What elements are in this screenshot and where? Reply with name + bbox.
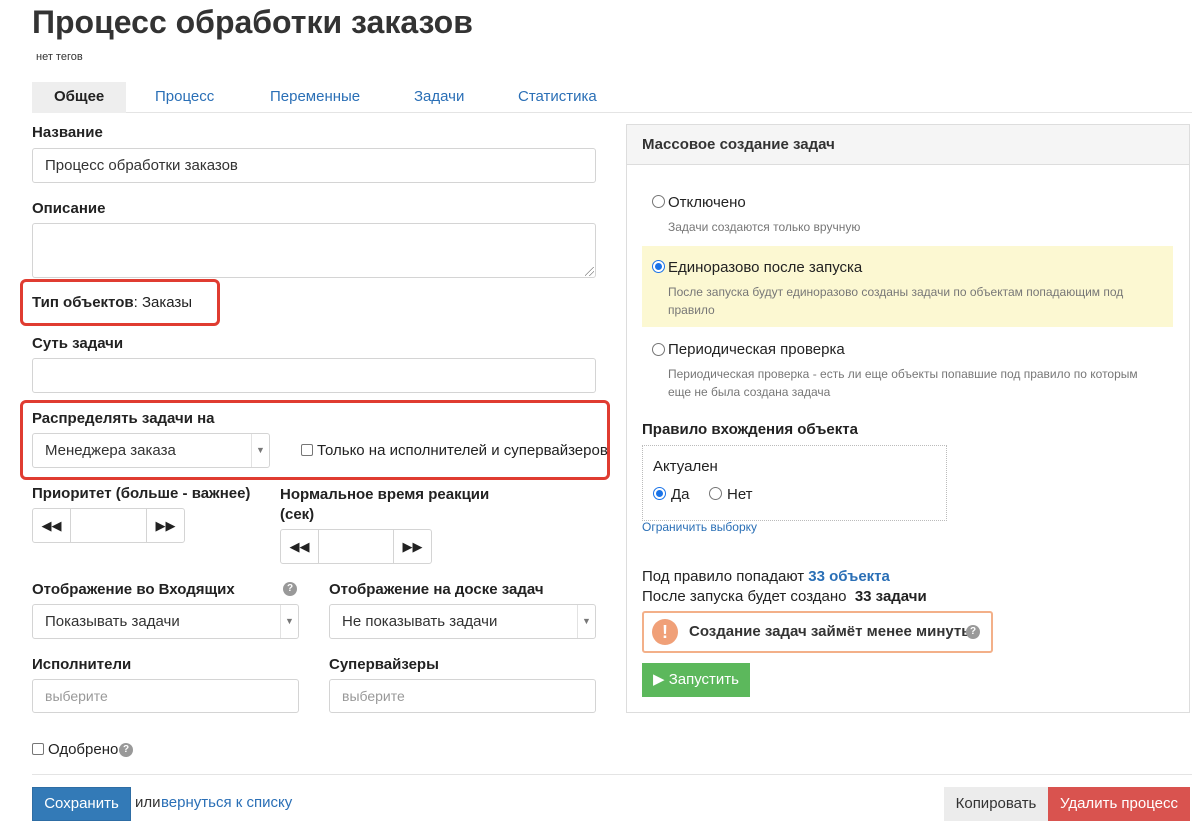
chevron-down-icon: ▼ — [577, 605, 595, 638]
description-textarea[interactable] — [32, 223, 596, 278]
fast-backward-icon[interactable]: ◀◀ — [33, 509, 71, 542]
radio-periodic[interactable] — [652, 343, 665, 356]
inbox-display-label: Отображение во Входящих — [32, 581, 235, 598]
approved-label: Одобрено — [48, 741, 119, 758]
radio-once-hint-line2: правило — [668, 303, 715, 317]
created-tasks-text: После запуска будет создано — [642, 588, 847, 605]
resize-grip-icon[interactable] — [585, 267, 594, 276]
name-input[interactable] — [32, 148, 596, 183]
executors-input[interactable] — [32, 679, 299, 713]
radio-disabled-label: Отключено — [668, 194, 746, 211]
reaction-time-stepper: ◀◀ ▶▶ — [280, 529, 432, 564]
delete-process-button[interactable]: Удалить процесс — [1048, 787, 1190, 821]
fast-forward-icon[interactable]: ▶▶ — [393, 530, 431, 563]
rule-yes-radio[interactable] — [653, 487, 666, 500]
matched-objects-count-link[interactable]: 33 объекта — [808, 568, 890, 585]
limit-selection-link[interactable]: Ограничить выборку — [642, 520, 757, 534]
only-executors-checkbox[interactable] — [301, 444, 313, 456]
warning-text: Создание задач займёт менее минуты — [689, 623, 975, 640]
reaction-time-label-line1: Нормальное время реакции — [280, 486, 490, 503]
radio-periodic-hint-line1: Периодическая проверка - есть ли еще объ… — [668, 367, 1138, 381]
object-type-value: Заказы — [141, 294, 193, 311]
rule-label: Правило вхождения объекта — [642, 421, 858, 438]
matched-objects-text: Под правило попадают — [642, 568, 805, 585]
radio-periodic-hint-line2: еще не была создана задача — [668, 385, 831, 399]
object-type-label: Тип объектов — [32, 294, 134, 311]
only-executors-label: Только на исполнителей и супервайзеров — [317, 442, 608, 459]
priority-stepper: ◀◀ ▶▶ — [32, 508, 185, 543]
tab-variables[interactable]: Переменные — [270, 82, 360, 113]
radio-disabled[interactable] — [652, 195, 665, 208]
page-title: Процесс обработки заказов — [32, 4, 473, 40]
rule-no-radio[interactable] — [709, 487, 722, 500]
task-essence-input[interactable] — [32, 358, 596, 393]
distribute-select[interactable]: Менеджера заказа ▼ — [32, 433, 270, 468]
save-button[interactable]: Сохранить — [32, 787, 131, 821]
radio-disabled-hint: Задачи создаются только вручную — [668, 220, 861, 234]
rule-field-label: Актуален — [653, 458, 718, 475]
distribute-select-value: Менеджера заказа — [45, 442, 176, 459]
question-circle-icon[interactable]: ? — [283, 582, 297, 596]
panel-header: Массовое создание задач — [627, 125, 1189, 165]
inbox-display-select[interactable]: Показывать задачи ▼ — [32, 604, 299, 639]
radio-periodic-label: Периодическая проверка — [668, 341, 845, 358]
footer-divider — [32, 774, 1192, 775]
rule-yes-label: Да — [671, 486, 690, 503]
inbox-display-value: Показывать задачи — [45, 613, 180, 630]
supervisors-label: Супервайзеры — [329, 656, 439, 673]
matched-objects: Под правило попадают 33 объекта — [642, 568, 890, 585]
run-button-label: Запустить — [668, 671, 739, 688]
or-text: или — [135, 794, 161, 811]
distribute-label: Распределять задачи на — [32, 410, 215, 427]
tab-tasks[interactable]: Задачи — [414, 82, 464, 113]
chevron-down-icon: ▼ — [280, 605, 298, 638]
tab-bar: Общее Процесс Переменные Задачи Статисти… — [32, 82, 1192, 113]
copy-button[interactable]: Копировать — [944, 787, 1048, 821]
radio-once-after-start[interactable] — [652, 260, 665, 273]
question-circle-icon[interactable]: ? — [119, 743, 133, 757]
object-type: Тип объектов: Заказы — [32, 294, 192, 311]
tab-process[interactable]: Процесс — [155, 82, 214, 113]
radio-once-label: Единоразово после запуска — [668, 259, 863, 276]
reaction-time-label: Нормальное время реакции (сек) — [280, 485, 489, 525]
approved-checkbox[interactable] — [32, 743, 44, 755]
fast-forward-icon[interactable]: ▶▶ — [146, 509, 184, 542]
rule-box: Актуален Да Нет — [642, 445, 947, 521]
object-type-separator: : — [133, 294, 138, 311]
description-label: Описание — [32, 200, 106, 217]
radio-once-hint-line1: После запуска будут единоразово созданы … — [668, 285, 1124, 299]
play-icon: ▶ — [652, 671, 665, 688]
rule-no-label: Нет — [727, 486, 753, 503]
chevron-down-icon: ▼ — [251, 434, 269, 467]
run-button[interactable]: ▶ Запустить — [642, 663, 750, 697]
exclamation-circle-icon: ! — [652, 619, 678, 645]
fast-backward-icon[interactable]: ◀◀ — [281, 530, 319, 563]
tags-label: нет тегов — [36, 51, 83, 63]
created-tasks-count: 33 задачи — [854, 588, 927, 605]
question-circle-icon[interactable]: ? — [966, 625, 980, 639]
reaction-time-label-line2: (сек) — [280, 506, 315, 523]
supervisors-input[interactable] — [329, 679, 596, 713]
priority-label: Приоритет (больше - важнее) — [32, 485, 251, 502]
task-essence-label: Суть задачи — [32, 335, 124, 352]
mass-creation-panel: Массовое создание задач Отключено Задачи… — [626, 124, 1190, 713]
warning-box: ! Создание задач займёт менее минуты ? — [642, 611, 993, 653]
created-tasks: После запуска будет создано 33 задачи — [642, 588, 927, 605]
board-display-select[interactable]: Не показывать задачи ▼ — [329, 604, 596, 639]
tab-general[interactable]: Общее — [32, 82, 127, 113]
executors-label: Исполнители — [32, 656, 132, 673]
name-label: Название — [32, 124, 103, 141]
description-wrap — [32, 223, 596, 278]
back-to-list-link[interactable]: вернуться к списку — [161, 794, 292, 811]
board-display-label: Отображение на доске задач — [329, 581, 544, 598]
board-display-value: Не показывать задачи — [342, 613, 498, 630]
tab-statistics[interactable]: Статистика — [518, 82, 597, 113]
